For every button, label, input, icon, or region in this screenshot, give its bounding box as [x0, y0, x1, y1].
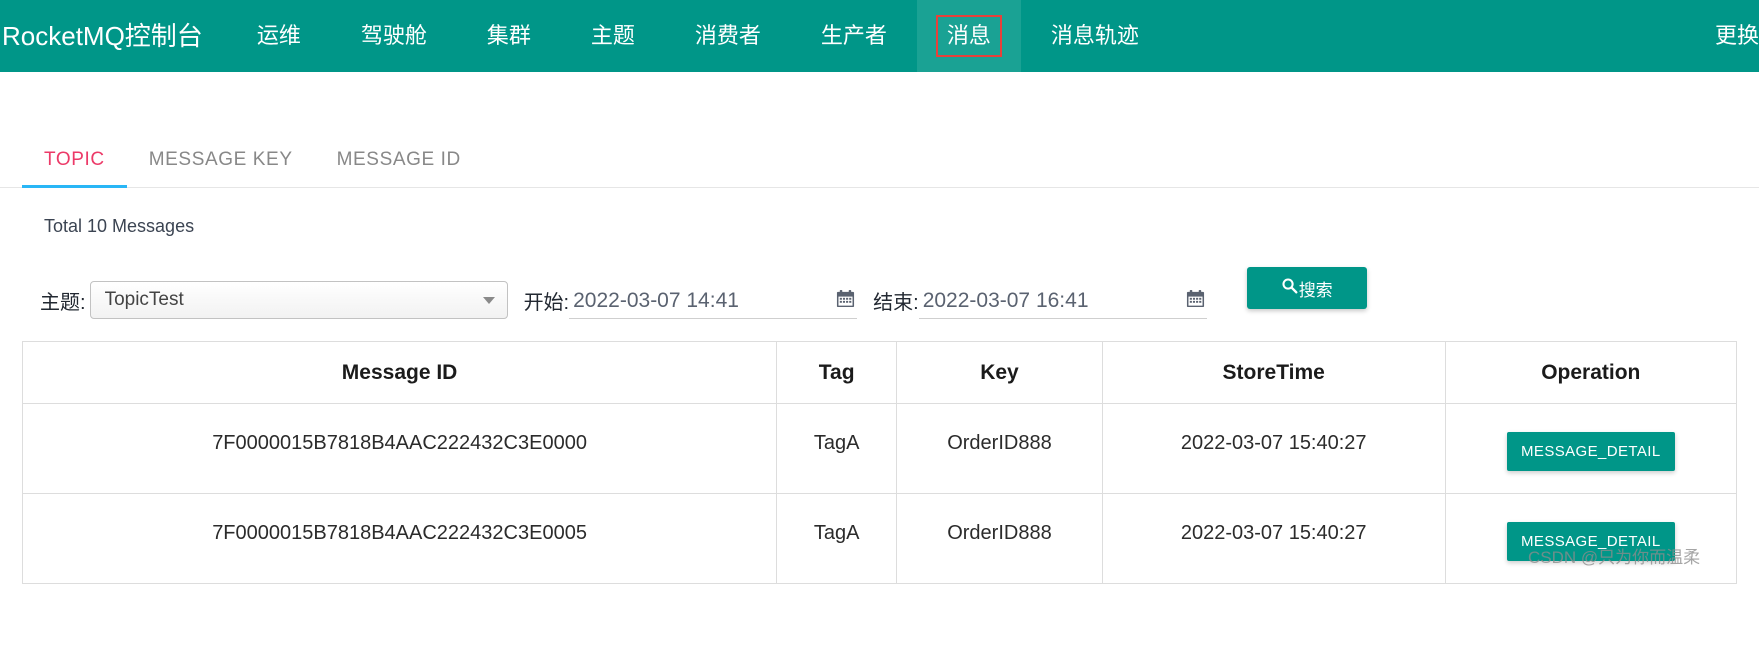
messages-table: Message ID Tag Key StoreTime Operation 7… [21, 341, 1738, 584]
cell-operation: MESSAGE_DETAIL [1445, 403, 1738, 494]
column-header-tag: Tag [776, 341, 898, 404]
nav-item-dashboard[interactable]: 驾驶舱 [331, 0, 457, 72]
calendar-icon[interactable] [1186, 289, 1205, 313]
nav-item-label: 主题 [590, 23, 635, 48]
nav-item-label: 更换 [1714, 23, 1759, 48]
cell-tag: TagA [776, 493, 898, 584]
message-query-tabs: TOPIC MESSAGE KEY MESSAGE ID [0, 126, 1759, 188]
cell-storetime: 2022-03-07 15:40:27 [1102, 403, 1446, 494]
nav-item-label: 集群 [486, 23, 531, 48]
start-date-value: 2022-03-07 14:41 [573, 289, 739, 312]
tab-message-key[interactable]: MESSAGE KEY [127, 149, 315, 187]
nav-item-cluster[interactable]: 集群 [457, 0, 561, 72]
topic-label: 主题: [40, 292, 86, 314]
start-date-label: 开始: [523, 292, 570, 314]
top-navbar: RocketMQ控制台 运维 驾驶舱 集群 主题 消费者 生产者 消息 消息轨迹… [0, 0, 1759, 72]
table-header: Message ID Tag Key StoreTime Operation [21, 341, 1738, 404]
brand-title[interactable]: RocketMQ控制台 [0, 0, 227, 72]
nav-item-change-language[interactable]: 更换 [1715, 0, 1759, 72]
cell-message-id: 7F0000015B7818B4AAC222432C3E0000 [21, 403, 778, 494]
end-date-group: 结束: 2022-03-07 16:41 [873, 286, 1207, 319]
nav-item-producer[interactable]: 生产者 [791, 0, 917, 72]
nav-item-label: 生产者 [820, 23, 887, 48]
cell-operation: MESSAGE_DETAIL [1445, 493, 1738, 584]
table-row: 7F0000015B7818B4AAC222432C3E0000 TagA Or… [21, 403, 1738, 494]
topic-select[interactable]: TopicTest [89, 281, 508, 319]
nav-item-label: 运维 [256, 23, 301, 48]
table-header-row: Message ID Tag Key StoreTime Operation [21, 341, 1738, 404]
cell-tag: TagA [776, 403, 898, 494]
column-header-storetime: StoreTime [1102, 341, 1446, 404]
topic-select-value: TopicTest [104, 289, 184, 310]
filter-bar: 主题: TopicTest 开始: 2022-03-07 14:41 结束: 2… [0, 267, 1759, 319]
nav-item-consumer[interactable]: 消费者 [665, 0, 791, 72]
tab-message-id[interactable]: MESSAGE ID [315, 149, 483, 187]
column-header-message-id: Message ID [21, 341, 778, 404]
column-header-key: Key [896, 341, 1103, 404]
nav-item-ops[interactable]: 运维 [227, 0, 331, 72]
end-date-label: 结束: [873, 292, 919, 314]
calendar-icon[interactable] [836, 289, 855, 313]
table-body: 7F0000015B7818B4AAC222432C3E0000 TagA Or… [21, 403, 1738, 584]
nav-item-message-trace[interactable]: 消息轨迹 [1021, 0, 1169, 72]
cell-message-id: 7F0000015B7818B4AAC222432C3E0005 [21, 493, 778, 584]
cell-key: OrderID888 [896, 403, 1103, 494]
cell-key: OrderID888 [896, 493, 1103, 584]
end-date-value: 2022-03-07 16:41 [922, 289, 1089, 312]
total-messages-label: Total 10 Messages [44, 216, 195, 236]
nav-item-label: 消息轨迹 [1050, 23, 1139, 48]
nav-item-label: 消费者 [694, 23, 761, 48]
search-button-label: 搜索 [1298, 280, 1333, 300]
message-detail-button[interactable]: MESSAGE_DETAIL [1507, 522, 1675, 561]
page-root: RocketMQ控制台 运维 驾驶舱 集群 主题 消费者 生产者 消息 消息轨迹… [0, 0, 1759, 651]
nav-item-label: 消息 [946, 23, 991, 48]
chevron-down-icon [482, 297, 495, 304]
start-date-input[interactable]: 2022-03-07 14:41 [569, 289, 858, 319]
start-date-group: 开始: 2022-03-07 14:41 [524, 286, 858, 319]
magnifier-icon [1281, 277, 1298, 299]
nav-item-topic[interactable]: 主题 [561, 0, 665, 72]
message-detail-button[interactable]: MESSAGE_DETAIL [1507, 432, 1675, 471]
end-date-input[interactable]: 2022-03-07 16:41 [918, 289, 1207, 319]
cell-storetime: 2022-03-07 15:40:27 [1102, 493, 1446, 584]
messages-table-wrapper: Message ID Tag Key StoreTime Operation 7… [0, 341, 1759, 584]
table-row: 7F0000015B7818B4AAC222432C3E0005 TagA Or… [21, 493, 1738, 584]
nav-item-message[interactable]: 消息 [916, 0, 1021, 72]
nav-item-label: 驾驶舱 [360, 23, 427, 48]
column-header-operation: Operation [1445, 341, 1738, 404]
search-button[interactable]: 搜索 [1246, 267, 1367, 309]
tab-topic[interactable]: TOPIC [22, 149, 127, 188]
